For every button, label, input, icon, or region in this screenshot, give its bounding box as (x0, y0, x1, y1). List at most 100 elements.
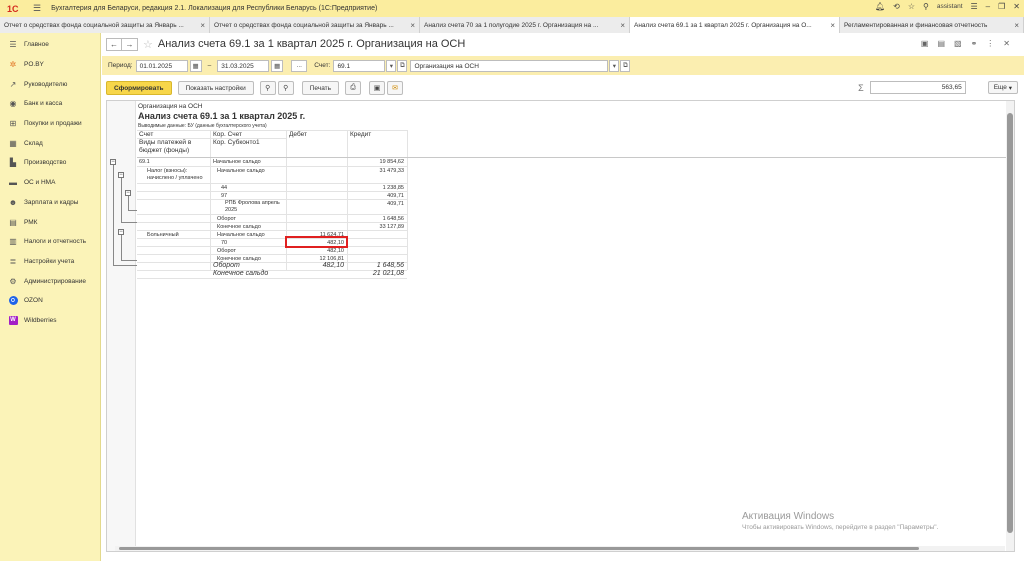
watermark-text: Чтобы активировать Windows, перейдите в … (742, 524, 939, 531)
tab-label: Отчет о средствах фонда социальной защит… (214, 21, 394, 29)
sidebar-item-salary[interactable]: ☻ Зарплата и кадры (0, 193, 100, 213)
report-org: Организация на ОСН (138, 103, 203, 110)
sidebar-item-warehouse[interactable]: ▦ Склад (0, 133, 100, 153)
watermark-title: Активация Windows (742, 511, 835, 522)
show-settings-button[interactable]: Показать настройки (177, 81, 254, 95)
print-preview-icon[interactable]: ⎙ (345, 81, 362, 95)
more-button[interactable]: Еще ▾ (987, 81, 1018, 94)
row-tax-start-saldo: Начальное сальдо (217, 168, 265, 174)
period-select-button[interactable]: ... (291, 59, 308, 72)
sidebar-item-production[interactable]: ▙ Производство (0, 153, 100, 173)
tab-3[interactable]: Анализ счета 69.1 за 1 квартал 2025 г. О… (630, 17, 840, 33)
row-tax-label: Налог (взносы): начислено / уплачено (147, 168, 203, 181)
reports-icon[interactable]: ▧ (954, 39, 962, 48)
windows-activation-watermark: Активация Windows Чтобы активировать Win… (742, 511, 938, 531)
minimize-icon[interactable]: – (986, 2, 990, 11)
app-logo: 1С (7, 3, 19, 14)
forward-button[interactable]: → (122, 37, 138, 51)
row-total-end-saldo: Конечное сальдо (213, 270, 269, 277)
close-tab-icon[interactable]: × (410, 21, 415, 30)
close-tab-icon[interactable]: × (200, 21, 205, 30)
date-to-input[interactable]: 31.03.2025 (217, 59, 270, 72)
scroll-thumb[interactable] (1007, 113, 1013, 533)
chevron-down-icon[interactable]: ▾ (609, 59, 620, 72)
selected-cell-highlight (285, 236, 348, 248)
more-vertical-icon[interactable]: ⋮ (986, 39, 994, 48)
print-button[interactable]: Печать (301, 81, 340, 95)
dash: – (207, 62, 212, 69)
sidebar-item-wildberries[interactable]: W Wildberries (0, 311, 100, 331)
row-sick-turnover: Оборот (217, 248, 237, 254)
page-title: Анализ счета 69.1 за 1 квартал 2025 г. О… (157, 38, 466, 50)
sidebar-item-rmk[interactable]: ▤ РМК (0, 212, 100, 232)
link-icon[interactable]: ▣ (921, 39, 929, 48)
search-icon[interactable]: ⚲ (259, 81, 276, 95)
organization-input[interactable]: Организация на ОСН (410, 59, 609, 72)
row-total-turnover-debit: 482,10 (322, 262, 344, 269)
row-44-credit: 1 238,85 (382, 185, 404, 191)
close-icon[interactable]: ✕ (1013, 2, 1020, 11)
hamburger-icon[interactable]: ☰ (33, 3, 41, 14)
sidebar-item-label: Настройки учета (24, 257, 75, 265)
row-total-turnover-credit: 1 648,56 (376, 262, 404, 269)
tab-1[interactable]: Отчет о средствах фонда социальной защит… (210, 17, 420, 33)
mail-icon[interactable]: ✉ (387, 81, 404, 95)
sidebar-item-director[interactable]: ↗ Руководителю (0, 74, 100, 94)
tab-0[interactable]: Отчет о средствах фонда социальной защит… (0, 17, 210, 33)
col-account: Счет (139, 131, 154, 138)
sidebar-item-administration[interactable]: ⚙ Администрирование (0, 271, 100, 291)
chevron-down-icon[interactable]: ▾ (386, 59, 397, 72)
date-from-input[interactable]: 01.01.2025 (135, 59, 188, 72)
row-97-credit: 409,71 (387, 193, 404, 199)
vertical-scrollbar[interactable] (1006, 101, 1014, 551)
star-icon[interactable]: ☆ (908, 2, 915, 11)
row-start-saldo: Начальное сальдо (213, 159, 261, 165)
row-total-turnover: Оборот (213, 262, 240, 269)
sidebar-item-main[interactable]: ☰ Главное (0, 35, 100, 55)
history-icon[interactable]: ⟲ (893, 2, 900, 11)
report-sheet[interactable]: Организация на ОСН Анализ счета 69.1 за … (106, 100, 1015, 552)
register-icon: ▤ (9, 217, 17, 227)
calendar-icon[interactable]: ▦ (271, 59, 284, 72)
col-credit: Кредит (350, 131, 372, 138)
close-tab-icon[interactable]: × (1014, 21, 1019, 30)
close-tab-icon[interactable]: × (830, 21, 835, 30)
sidebar-item-label: РМК (24, 218, 38, 226)
horizontal-scrollbar[interactable] (115, 546, 1005, 551)
sidebar-item-label: Покупки и продажи (24, 120, 82, 128)
back-button[interactable]: ← (106, 37, 122, 51)
sidebar-item-accounting-settings[interactable]: ≣ Настройки учета (0, 252, 100, 272)
search-next-icon[interactable]: ⚲ (277, 81, 294, 95)
calendar-icon[interactable]: ▦ (189, 59, 202, 72)
row-turnover: Оборот (217, 216, 237, 222)
maximize-icon[interactable]: ❐ (998, 2, 1005, 11)
sidebar-item-bank[interactable]: ◉ Банк и касса (0, 94, 100, 114)
taxes-icon: ▥ (9, 237, 17, 247)
settings-menu-icon[interactable]: ☰ (971, 2, 978, 11)
favorite-star-icon[interactable]: ☆ (143, 38, 153, 51)
print-preview-icon[interactable]: ▤ (937, 39, 945, 48)
user-name[interactable]: assistant (937, 3, 963, 10)
sidebar-item-ozon[interactable]: O OZON (0, 291, 100, 311)
account-input[interactable]: 69.1 (333, 59, 386, 72)
sidebar-item-purchases[interactable]: ⊞ Покупки и продажи (0, 114, 100, 134)
scroll-thumb[interactable] (119, 547, 919, 550)
open-link-icon[interactable]: ⧉ (397, 59, 408, 72)
tab-4[interactable]: Регламентированная и финансовая отчетнос… (840, 17, 1024, 33)
open-link-icon[interactable]: ⧉ (620, 59, 631, 72)
chain-icon[interactable]: ⚭ (971, 39, 978, 48)
save-icon[interactable]: ▣ (369, 81, 386, 95)
sidebar-item-taxes[interactable]: ▥ Налоги и отчетность (0, 232, 100, 252)
search-icon[interactable]: ⚲ (923, 2, 929, 11)
close-form-icon[interactable]: ✕ (1003, 39, 1010, 48)
sidebar-item-assets[interactable]: ▬ ОС и НМА (0, 173, 100, 193)
bell-icon[interactable]: 🔔︎ (875, 2, 885, 11)
sidebar-item-label: Производство (24, 159, 67, 167)
sidebar-item-poby[interactable]: ✲ PO.BY (0, 55, 100, 75)
open-windows-tabs: Отчет о средствах фонда социальной защит… (0, 17, 1024, 33)
sun-icon: ✲ (9, 60, 17, 70)
row-end-saldo-credit: 33 127,89 (379, 224, 404, 230)
generate-button[interactable]: Сформировать (106, 81, 172, 95)
tab-2[interactable]: Анализ счета 70 за 1 полугодие 2025 г. О… (420, 17, 630, 33)
close-tab-icon[interactable]: × (620, 21, 625, 30)
